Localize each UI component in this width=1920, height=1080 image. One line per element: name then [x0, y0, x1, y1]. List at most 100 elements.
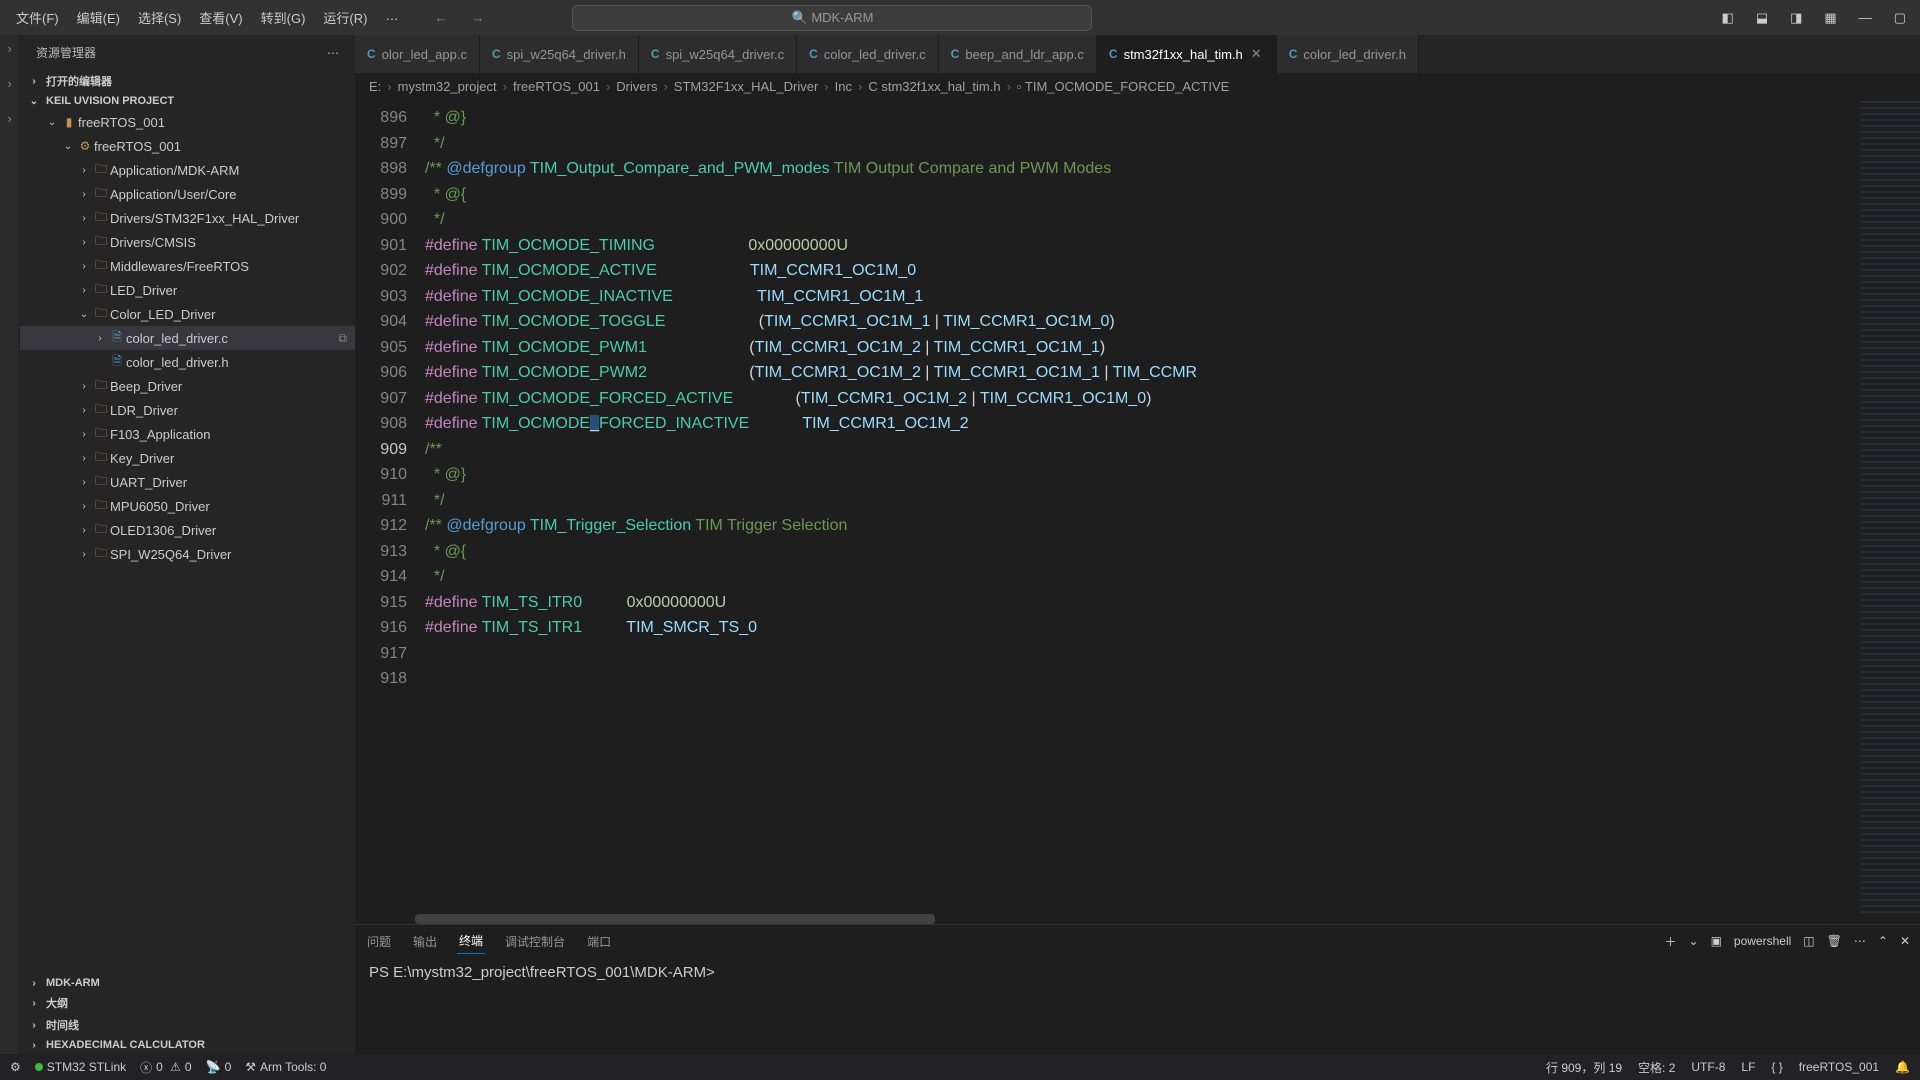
editor-tab[interactable]: Cbeep_and_ldr_app.c — [939, 35, 1097, 73]
status-bell-icon[interactable]: 🔔 — [1895, 1059, 1910, 1076]
project-section[interactable]: ⌄ KEIL UVISION PROJECT — [20, 92, 355, 110]
tree-row[interactable]: ›🗀Key_Driver — [20, 446, 355, 470]
tree-row[interactable]: ›🗀LED_Driver — [20, 278, 355, 302]
tree-row[interactable]: ›🗀MPU6050_Driver — [20, 494, 355, 518]
layout-grid-icon[interactable]: ▦ — [1818, 6, 1842, 30]
status-remote[interactable]: ⚙ — [10, 1060, 21, 1074]
breadcrumb-segment[interactable]: Drivers — [616, 79, 657, 94]
open-editors-section[interactable]: › 打开的编辑器 — [20, 70, 355, 92]
tree-row[interactable]: ›🗀Application/User/Core — [20, 182, 355, 206]
panel-tab[interactable]: 问题 — [365, 929, 393, 954]
tree-row[interactable]: ›🗀Middlewares/FreeRTOS — [20, 254, 355, 278]
breadcrumb-segment[interactable]: E: — [369, 79, 381, 94]
status-arm-tools[interactable]: ⚒ Arm Tools: 0 — [245, 1060, 326, 1074]
editor-tab[interactable]: Cspi_w25q64_driver.c — [639, 35, 797, 73]
panel-more-icon[interactable]: ⋯ — [1854, 934, 1866, 948]
tree-row[interactable]: ›🗀LDR_Driver — [20, 398, 355, 422]
breadcrumb-segment[interactable]: freeRTOS_001 — [513, 79, 600, 94]
editor-tab[interactable]: Color_led_app.c — [355, 35, 480, 73]
window-maximize-icon[interactable]: ▢ — [1888, 6, 1912, 30]
tree-row[interactable]: ⌄🗀Color_LED_Driver — [20, 302, 355, 326]
nav-forward-icon[interactable]: → — [463, 6, 492, 29]
menu-item[interactable]: 选择(S) — [130, 4, 189, 31]
sidebar-more-icon[interactable]: ⋯ — [327, 46, 339, 60]
menu-item[interactable]: … — [377, 4, 406, 31]
window-minimize-icon[interactable]: — — [1853, 6, 1878, 30]
tree-row[interactable]: ⌄⚙freeRTOS_001 — [20, 134, 355, 158]
new-terminal-icon[interactable]: ＋ — [1665, 933, 1677, 950]
status-line-col[interactable]: 行 909，列 19 — [1546, 1059, 1622, 1076]
status-problems[interactable]: ⓧ 0 ⚠ 0 — [140, 1059, 191, 1076]
activity-chevron-icon[interactable]: › — [7, 41, 11, 56]
tree-row[interactable]: ⌄▮freeRTOS_001 — [20, 110, 355, 134]
status-language[interactable]: { } — [1771, 1059, 1782, 1076]
horizontal-scrollbar[interactable] — [355, 914, 1920, 924]
breadcrumb-segment[interactable]: STM32F1xx_HAL_Driver — [674, 79, 819, 94]
activity-chevron-icon[interactable]: › — [7, 111, 11, 126]
status-eol[interactable]: LF — [1741, 1059, 1755, 1076]
tree-label: Drivers/CMSIS — [110, 235, 196, 250]
status-ports[interactable]: 📡 0 — [206, 1060, 232, 1074]
tree-row[interactable]: ›🗀Drivers/CMSIS — [20, 230, 355, 254]
menu-item[interactable]: 运行(R) — [315, 4, 375, 31]
menu-item[interactable]: 编辑(E) — [69, 4, 128, 31]
tree-row[interactable]: ›🗀F103_Application — [20, 422, 355, 446]
split-terminal-icon[interactable]: ◫ — [1803, 934, 1814, 948]
editor-tab[interactable]: Cstm32f1xx_hal_tim.h✕ — [1097, 35, 1277, 73]
chevron-icon: ⌄ — [44, 117, 60, 128]
layout-bottom-icon[interactable]: ⬓ — [1750, 6, 1774, 30]
breadcrumb[interactable]: E:›mystm32_project›freeRTOS_001›Drivers›… — [355, 73, 1920, 101]
panel-close-icon[interactable]: ✕ — [1900, 934, 1910, 948]
trash-icon[interactable]: 🗑 — [1827, 934, 1842, 948]
panel-tab[interactable]: 调试控制台 — [503, 929, 567, 954]
panel-tab[interactable]: 端口 — [585, 929, 613, 954]
sidebar-section[interactable]: ›HEXADECIMAL CALCULATOR — [20, 1036, 355, 1054]
minimap[interactable] — [1860, 101, 1920, 914]
folder-icon: ▮ — [60, 115, 78, 129]
chevron-right-icon: › — [26, 1040, 42, 1051]
editor-tab[interactable]: Cspi_w25q64_driver.h — [480, 35, 639, 73]
panel-tab[interactable]: 终端 — [457, 928, 485, 954]
menu-item[interactable]: 查看(V) — [191, 4, 250, 31]
terminal[interactable]: PS E:\mystm32_project\freeRTOS_001\MDK-A… — [355, 957, 1920, 1054]
breadcrumb-segment[interactable]: C stm32f1xx_hal_tim.h — [868, 79, 1000, 94]
sidebar-section[interactable]: ›时间线 — [20, 1014, 355, 1036]
command-center[interactable]: 🔍 MDK-ARM — [572, 5, 1092, 31]
tree-row[interactable]: ›🗀UART_Driver — [20, 470, 355, 494]
panel-maximize-icon[interactable]: ⌃ — [1878, 934, 1888, 948]
panel-tab[interactable]: 输出 — [411, 929, 439, 954]
activity-chevron-icon[interactable]: › — [7, 76, 11, 91]
breadcrumb-segment[interactable]: ▫ TIM_OCMODE_FORCED_ACTIVE — [1017, 79, 1229, 94]
editor-tab[interactable]: Ccolor_led_driver.h — [1277, 35, 1419, 73]
menu-item[interactable]: 文件(F) — [8, 4, 67, 31]
tree-row[interactable]: 🗎color_led_driver.h — [20, 350, 355, 374]
terminal-dropdown-icon[interactable]: ⌄ — [1689, 934, 1699, 948]
breadcrumb-segment[interactable]: Inc — [835, 79, 852, 94]
code-editor[interactable]: 8968978988999009019029039049059069079089… — [355, 101, 1920, 914]
layout-right-icon[interactable]: ◨ — [1784, 6, 1808, 30]
breadcrumb-segment[interactable]: mystm32_project — [398, 79, 497, 94]
tree-row[interactable]: ›🗀Beep_Driver — [20, 374, 355, 398]
status-indent[interactable]: 空格: 2 — [1638, 1059, 1675, 1076]
row-action-icon[interactable]: ⧉ — [338, 331, 347, 346]
status-project[interactable]: freeRTOS_001 — [1799, 1059, 1879, 1076]
tree-row[interactable]: ›🗀OLED1306_Driver — [20, 518, 355, 542]
status-encoding[interactable]: UTF-8 — [1691, 1059, 1725, 1076]
chevron-icon: › — [76, 285, 92, 296]
editor-tab[interactable]: Ccolor_led_driver.c — [797, 35, 939, 73]
nav-back-icon[interactable]: ← — [426, 6, 455, 29]
tree-row[interactable]: ›🗀SPI_W25Q64_Driver — [20, 542, 355, 566]
status-stlink[interactable]: STM32 STLink — [35, 1060, 126, 1074]
tree-row[interactable]: ›🗎color_led_driver.c⧉ — [20, 326, 355, 350]
close-icon[interactable]: ✕ — [1249, 46, 1264, 62]
chevron-right-icon: › — [26, 1020, 42, 1031]
layout-left-icon[interactable]: ◧ — [1716, 6, 1740, 30]
sidebar-section[interactable]: ›MDK-ARM — [20, 974, 355, 992]
menu-item[interactable]: 转到(G) — [253, 4, 314, 31]
sidebar-section[interactable]: ›大纲 — [20, 992, 355, 1014]
tree-row[interactable]: ›🗀Application/MDK-ARM — [20, 158, 355, 182]
chevron-right-icon: › — [858, 79, 862, 94]
tree-row[interactable]: ›🗀Drivers/STM32F1xx_HAL_Driver — [20, 206, 355, 230]
code-lines[interactable]: * @} *//** @defgroup TIM_Output_Compare_… — [425, 101, 1860, 914]
scrollbar-thumb[interactable] — [415, 914, 935, 924]
